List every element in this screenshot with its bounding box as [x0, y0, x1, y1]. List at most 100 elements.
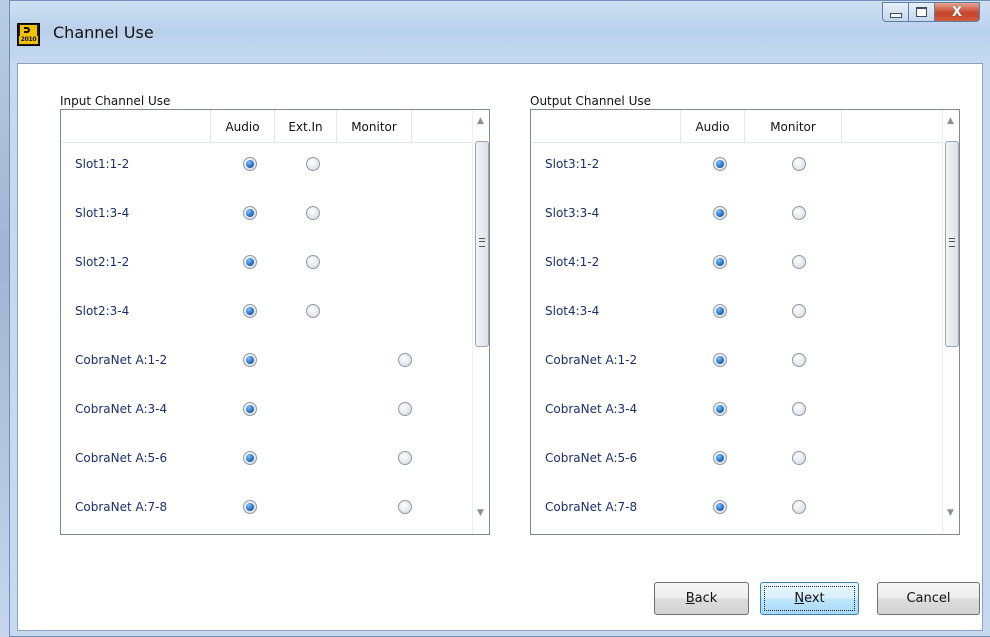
output-row: CobraNet A:5-6 — [531, 451, 942, 500]
output-monitor-radio[interactable] — [792, 500, 806, 514]
input-extin-radio[interactable] — [306, 206, 320, 220]
output-row-label: CobraNet A:3-4 — [545, 402, 638, 416]
input-audio-radio[interactable] — [243, 206, 257, 220]
close-icon: X — [951, 4, 963, 20]
output-audio-radio[interactable] — [713, 353, 727, 367]
back-button[interactable]: Back — [654, 582, 749, 615]
scroll-down-icon[interactable]: ▼ — [947, 508, 954, 518]
scroll-down-icon[interactable]: ▼ — [477, 508, 484, 518]
input-audio-radio[interactable] — [243, 304, 257, 318]
output-row-label: CobraNet A:1-2 — [545, 353, 638, 367]
output-audio-radio[interactable] — [713, 206, 727, 220]
input-extin-radio[interactable] — [306, 157, 320, 171]
output-audio-radio[interactable] — [713, 157, 727, 171]
input-header-audio[interactable]: Audio — [211, 110, 275, 143]
window-title: Channel Use — [53, 23, 154, 42]
input-row: Slot2:3-4 — [61, 304, 472, 353]
input-group-label: Input Channel Use — [60, 94, 171, 108]
output-header-audio[interactable]: Audio — [681, 110, 745, 143]
output-row: Slot4:3-4 — [531, 304, 942, 353]
input-header-extin[interactable]: Ext.In — [275, 110, 337, 143]
input-row: CobraNet A:7-8 — [61, 500, 472, 534]
back-label: ack — [694, 591, 718, 606]
input-audio-radio[interactable] — [243, 402, 257, 416]
output-row: Slot4:1-2 — [531, 255, 942, 304]
input-extin-radio[interactable] — [306, 304, 320, 318]
title-bar[interactable]: 2010 Channel Use X — [10, 1, 990, 63]
output-row: Slot3:1-2 — [531, 157, 942, 206]
desktop-edge — [0, 0, 9, 637]
output-row-label: Slot3:3-4 — [545, 206, 600, 220]
output-audio-radio[interactable] — [713, 402, 727, 416]
output-audio-radio[interactable] — [713, 304, 727, 318]
output-row: Slot3:3-4 — [531, 206, 942, 255]
output-monitor-radio[interactable] — [792, 157, 806, 171]
output-row: CobraNet A:7-8 — [531, 500, 942, 534]
input-row: Slot1:1-2 — [61, 157, 472, 206]
output-monitor-radio[interactable] — [792, 255, 806, 269]
minimize-button[interactable] — [882, 2, 909, 22]
dialog-window: 2010 Channel Use X Input Channel Use Aud… — [9, 0, 990, 637]
input-header-monitor[interactable]: Monitor — [337, 110, 412, 143]
output-row-label: CobraNet A:5-6 — [545, 451, 638, 465]
input-audio-radio[interactable] — [243, 500, 257, 514]
output-audio-radio[interactable] — [713, 255, 727, 269]
output-row: CobraNet A:1-2 — [531, 353, 942, 402]
input-monitor-radio[interactable] — [398, 402, 412, 416]
caption-buttons: X — [882, 2, 980, 22]
input-audio-radio[interactable] — [243, 157, 257, 171]
output-row-label: Slot3:1-2 — [545, 157, 600, 171]
maximize-icon — [916, 7, 927, 17]
output-header-monitor[interactable]: Monitor — [745, 110, 842, 143]
output-group-label: Output Channel Use — [530, 94, 651, 108]
output-row-label: Slot4:1-2 — [545, 255, 600, 269]
output-audio-radio[interactable] — [713, 500, 727, 514]
output-header-blank — [531, 110, 681, 143]
output-monitor-radio[interactable] — [792, 304, 806, 318]
output-row-label: Slot4:3-4 — [545, 304, 600, 318]
dialog-content: Input Channel Use Audio Ext.In Monitor S… — [17, 63, 983, 631]
focus-rect — [764, 586, 855, 611]
output-row-label: CobraNet A:7-8 — [545, 500, 638, 514]
maximize-button[interactable] — [909, 2, 935, 22]
scroll-up-icon[interactable]: ▲ — [477, 116, 484, 126]
input-row: CobraNet A:1-2 — [61, 353, 472, 402]
input-row: CobraNet A:5-6 — [61, 451, 472, 500]
scroll-thumb[interactable] — [475, 141, 489, 347]
input-monitor-radio[interactable] — [398, 353, 412, 367]
output-scrollbar[interactable]: ▲ ▼ — [942, 110, 959, 534]
input-row-label: Slot2:3-4 — [75, 304, 130, 318]
input-row: CobraNet A:3-4 — [61, 402, 472, 451]
input-audio-radio[interactable] — [243, 353, 257, 367]
app-logo-icon: 2010 — [17, 23, 40, 46]
output-row: CobraNet A:3-4 — [531, 402, 942, 451]
input-scrollbar[interactable]: ▲ ▼ — [472, 110, 489, 534]
input-row: Slot2:1-2 — [61, 255, 472, 304]
input-row-label: Slot1:1-2 — [75, 157, 130, 171]
scroll-thumb[interactable] — [945, 141, 959, 347]
output-audio-radio[interactable] — [713, 451, 727, 465]
output-header-filler — [842, 110, 942, 143]
next-button[interactable]: Next — [760, 582, 859, 615]
input-row-label: CobraNet A:5-6 — [75, 451, 168, 465]
input-row-label: Slot1:3-4 — [75, 206, 130, 220]
scroll-up-icon[interactable]: ▲ — [947, 116, 954, 126]
input-audio-radio[interactable] — [243, 451, 257, 465]
input-row-label: CobraNet A:3-4 — [75, 402, 168, 416]
cancel-button[interactable]: Cancel — [877, 582, 980, 615]
input-extin-radio[interactable] — [306, 255, 320, 269]
input-header-blank — [61, 110, 211, 143]
input-row-label: CobraNet A:7-8 — [75, 500, 168, 514]
close-button[interactable]: X — [935, 2, 980, 22]
input-audio-radio[interactable] — [243, 255, 257, 269]
output-monitor-radio[interactable] — [792, 353, 806, 367]
input-monitor-radio[interactable] — [398, 500, 412, 514]
output-monitor-radio[interactable] — [792, 206, 806, 220]
input-list-header: Audio Ext.In Monitor — [61, 110, 472, 143]
input-header-filler — [412, 110, 472, 143]
input-row: Slot1:3-4 — [61, 206, 472, 255]
output-monitor-radio[interactable] — [792, 402, 806, 416]
output-monitor-radio[interactable] — [792, 451, 806, 465]
input-monitor-radio[interactable] — [398, 451, 412, 465]
input-channel-list: Audio Ext.In Monitor Slot1:1-2 Slot1:3-4 S… — [60, 109, 490, 535]
